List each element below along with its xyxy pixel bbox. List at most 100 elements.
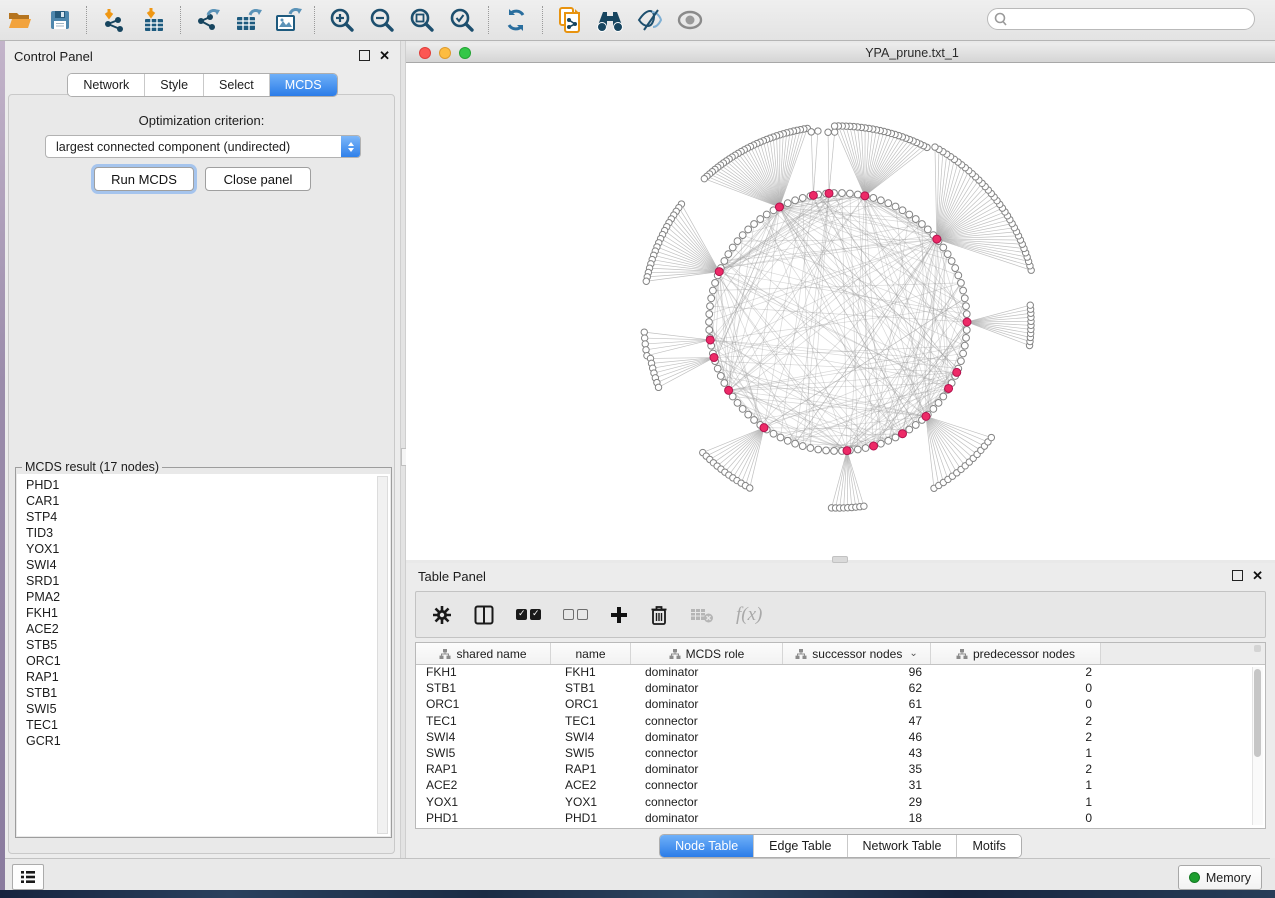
zoom-out-icon[interactable] bbox=[362, 3, 402, 37]
zoom-selected-icon[interactable] bbox=[442, 3, 482, 37]
table-row[interactable]: ACE2ACE2connector311 bbox=[416, 777, 1253, 793]
table-row[interactable]: FKH1FKH1dominator962 bbox=[416, 664, 1253, 680]
table-cell: 96 bbox=[783, 665, 931, 679]
clone-network-icon[interactable] bbox=[550, 3, 590, 37]
table-row[interactable]: PHD1PHD1dominator180 bbox=[416, 810, 1253, 826]
add-column-icon[interactable] bbox=[610, 602, 628, 628]
table-scrollbar[interactable] bbox=[1252, 667, 1263, 825]
status-bar: Memory bbox=[5, 858, 1270, 890]
mcds-result-item[interactable]: YOX1 bbox=[26, 541, 390, 557]
tab-network[interactable]: Network bbox=[68, 74, 144, 96]
mcds-result-item[interactable]: FKH1 bbox=[26, 605, 390, 621]
close-panel-button[interactable]: Close panel bbox=[205, 167, 311, 191]
table-cell: connector bbox=[631, 795, 783, 809]
network-window-titlebar[interactable]: YPA_prune.txt_1 bbox=[406, 43, 1275, 63]
table-row[interactable]: YOX1YOX1connector291 bbox=[416, 794, 1253, 810]
table-tab-node-table[interactable]: Node Table bbox=[660, 835, 753, 857]
graphics-details-toggle-icon[interactable] bbox=[630, 3, 670, 37]
mcds-result-item[interactable]: CAR1 bbox=[26, 493, 390, 509]
table-body: FKH1FKH1dominator962STB1STB1dominator620… bbox=[416, 664, 1253, 828]
zoom-fit-icon[interactable] bbox=[402, 3, 442, 37]
scrollbar-thumb[interactable] bbox=[1254, 669, 1261, 757]
import-network-icon[interactable] bbox=[94, 3, 134, 37]
table-cell: ACE2 bbox=[416, 778, 551, 792]
window-minimize-button[interactable] bbox=[439, 47, 451, 59]
window-close-button[interactable] bbox=[419, 47, 431, 59]
table-cell: 35 bbox=[783, 762, 931, 776]
split-view-icon[interactable] bbox=[474, 602, 494, 628]
binoculars-icon[interactable] bbox=[590, 3, 630, 37]
save-icon[interactable] bbox=[40, 3, 80, 37]
mcds-result-item[interactable]: STB5 bbox=[26, 637, 390, 653]
mcds-result-item[interactable]: TEC1 bbox=[26, 717, 390, 733]
mcds-result-list[interactable]: PHD1CAR1STP4TID3YOX1SWI4SRD1PMA2FKH1ACE2… bbox=[17, 474, 390, 836]
run-mcds-button[interactable]: Run MCDS bbox=[94, 167, 194, 191]
task-history-button[interactable] bbox=[12, 864, 44, 890]
deselect-all-checkboxes-icon[interactable] bbox=[563, 602, 588, 628]
open-folder-icon[interactable] bbox=[0, 3, 40, 37]
tab-mcds[interactable]: MCDS bbox=[269, 74, 337, 96]
table-row[interactable]: ORC1ORC1dominator610 bbox=[416, 696, 1253, 712]
column-header-predecessor-nodes[interactable]: predecessor nodes bbox=[931, 643, 1101, 664]
horizontal-splitter-grip[interactable] bbox=[832, 556, 848, 563]
network-view-panel: YPA_prune.txt_1 bbox=[406, 43, 1275, 560]
table-tab-motifs[interactable]: Motifs bbox=[956, 835, 1020, 857]
mcds-list-scrollbar[interactable] bbox=[377, 476, 388, 834]
export-table-icon[interactable] bbox=[228, 3, 268, 37]
table-row[interactable]: SWI5SWI5connector431 bbox=[416, 745, 1253, 761]
float-panel-icon[interactable] bbox=[359, 50, 370, 61]
table-cell: 2 bbox=[931, 665, 1101, 679]
zoom-in-icon[interactable] bbox=[322, 3, 362, 37]
control-panel: Control Panel ✕ NetworkStyleSelectMCDS O… bbox=[5, 41, 400, 858]
settings-gear-icon[interactable] bbox=[432, 602, 452, 628]
mcds-result-item[interactable]: TID3 bbox=[26, 525, 390, 541]
select-all-checkboxes-icon[interactable] bbox=[516, 602, 541, 628]
tab-style[interactable]: Style bbox=[144, 74, 203, 96]
table-row[interactable]: TEC1TEC1connector472 bbox=[416, 713, 1253, 729]
column-type-icon bbox=[956, 648, 968, 660]
table-cell: connector bbox=[631, 714, 783, 728]
search-input[interactable] bbox=[1012, 11, 1236, 27]
scroll-corner bbox=[1254, 645, 1261, 652]
mcds-result-item[interactable]: ORC1 bbox=[26, 653, 390, 669]
column-header-mcds-role[interactable]: MCDS role bbox=[631, 643, 783, 664]
table-toolbar: f(x) bbox=[415, 591, 1266, 638]
import-table-icon[interactable] bbox=[134, 3, 174, 37]
refresh-icon[interactable] bbox=[496, 3, 536, 37]
search-field[interactable] bbox=[987, 8, 1255, 30]
table-cell: SWI4 bbox=[416, 730, 551, 744]
mcds-result-item[interactable]: GCR1 bbox=[26, 733, 390, 749]
mcds-result-item[interactable]: PMA2 bbox=[26, 589, 390, 605]
delete-columns-trash-icon[interactable] bbox=[650, 602, 668, 628]
table-row[interactable]: SWI4SWI4dominator462 bbox=[416, 729, 1253, 745]
column-header-name[interactable]: name bbox=[551, 643, 631, 664]
column-header-shared-name[interactable]: shared name bbox=[416, 643, 551, 664]
mcds-result-item[interactable]: SWI4 bbox=[26, 557, 390, 573]
table-row[interactable]: RAP1RAP1dominator352 bbox=[416, 761, 1253, 777]
network-canvas[interactable] bbox=[406, 63, 1275, 560]
toolbar-separator bbox=[86, 6, 88, 34]
table-row[interactable]: STB1STB1dominator620 bbox=[416, 680, 1253, 696]
table-tab-network-table[interactable]: Network Table bbox=[847, 835, 957, 857]
mcds-result-item[interactable]: ACE2 bbox=[26, 621, 390, 637]
window-zoom-button[interactable] bbox=[459, 47, 471, 59]
mcds-result-item[interactable]: SWI5 bbox=[26, 701, 390, 717]
criterion-dropdown[interactable]: largest connected component (undirected) bbox=[45, 135, 361, 158]
mcds-result-item[interactable]: STP4 bbox=[26, 509, 390, 525]
network-title: YPA_prune.txt_1 bbox=[865, 46, 959, 60]
mcds-result-item[interactable]: PHD1 bbox=[26, 477, 390, 493]
export-network-icon[interactable] bbox=[188, 3, 228, 37]
export-image-icon[interactable] bbox=[268, 3, 308, 37]
float-panel-icon[interactable] bbox=[1232, 570, 1243, 581]
column-header-successor-nodes[interactable]: successor nodes⌄ bbox=[783, 643, 931, 664]
tab-select[interactable]: Select bbox=[203, 74, 269, 96]
close-panel-icon[interactable]: ✕ bbox=[379, 51, 390, 60]
mcds-result-item[interactable]: STB1 bbox=[26, 685, 390, 701]
memory-button[interactable]: Memory bbox=[1178, 865, 1262, 890]
close-panel-icon[interactable]: ✕ bbox=[1252, 571, 1263, 580]
table-tab-edge-table[interactable]: Edge Table bbox=[753, 835, 846, 857]
eye-icon[interactable] bbox=[670, 3, 710, 37]
table-cell: STB1 bbox=[551, 681, 631, 695]
mcds-result-item[interactable]: RAP1 bbox=[26, 669, 390, 685]
mcds-result-item[interactable]: SRD1 bbox=[26, 573, 390, 589]
